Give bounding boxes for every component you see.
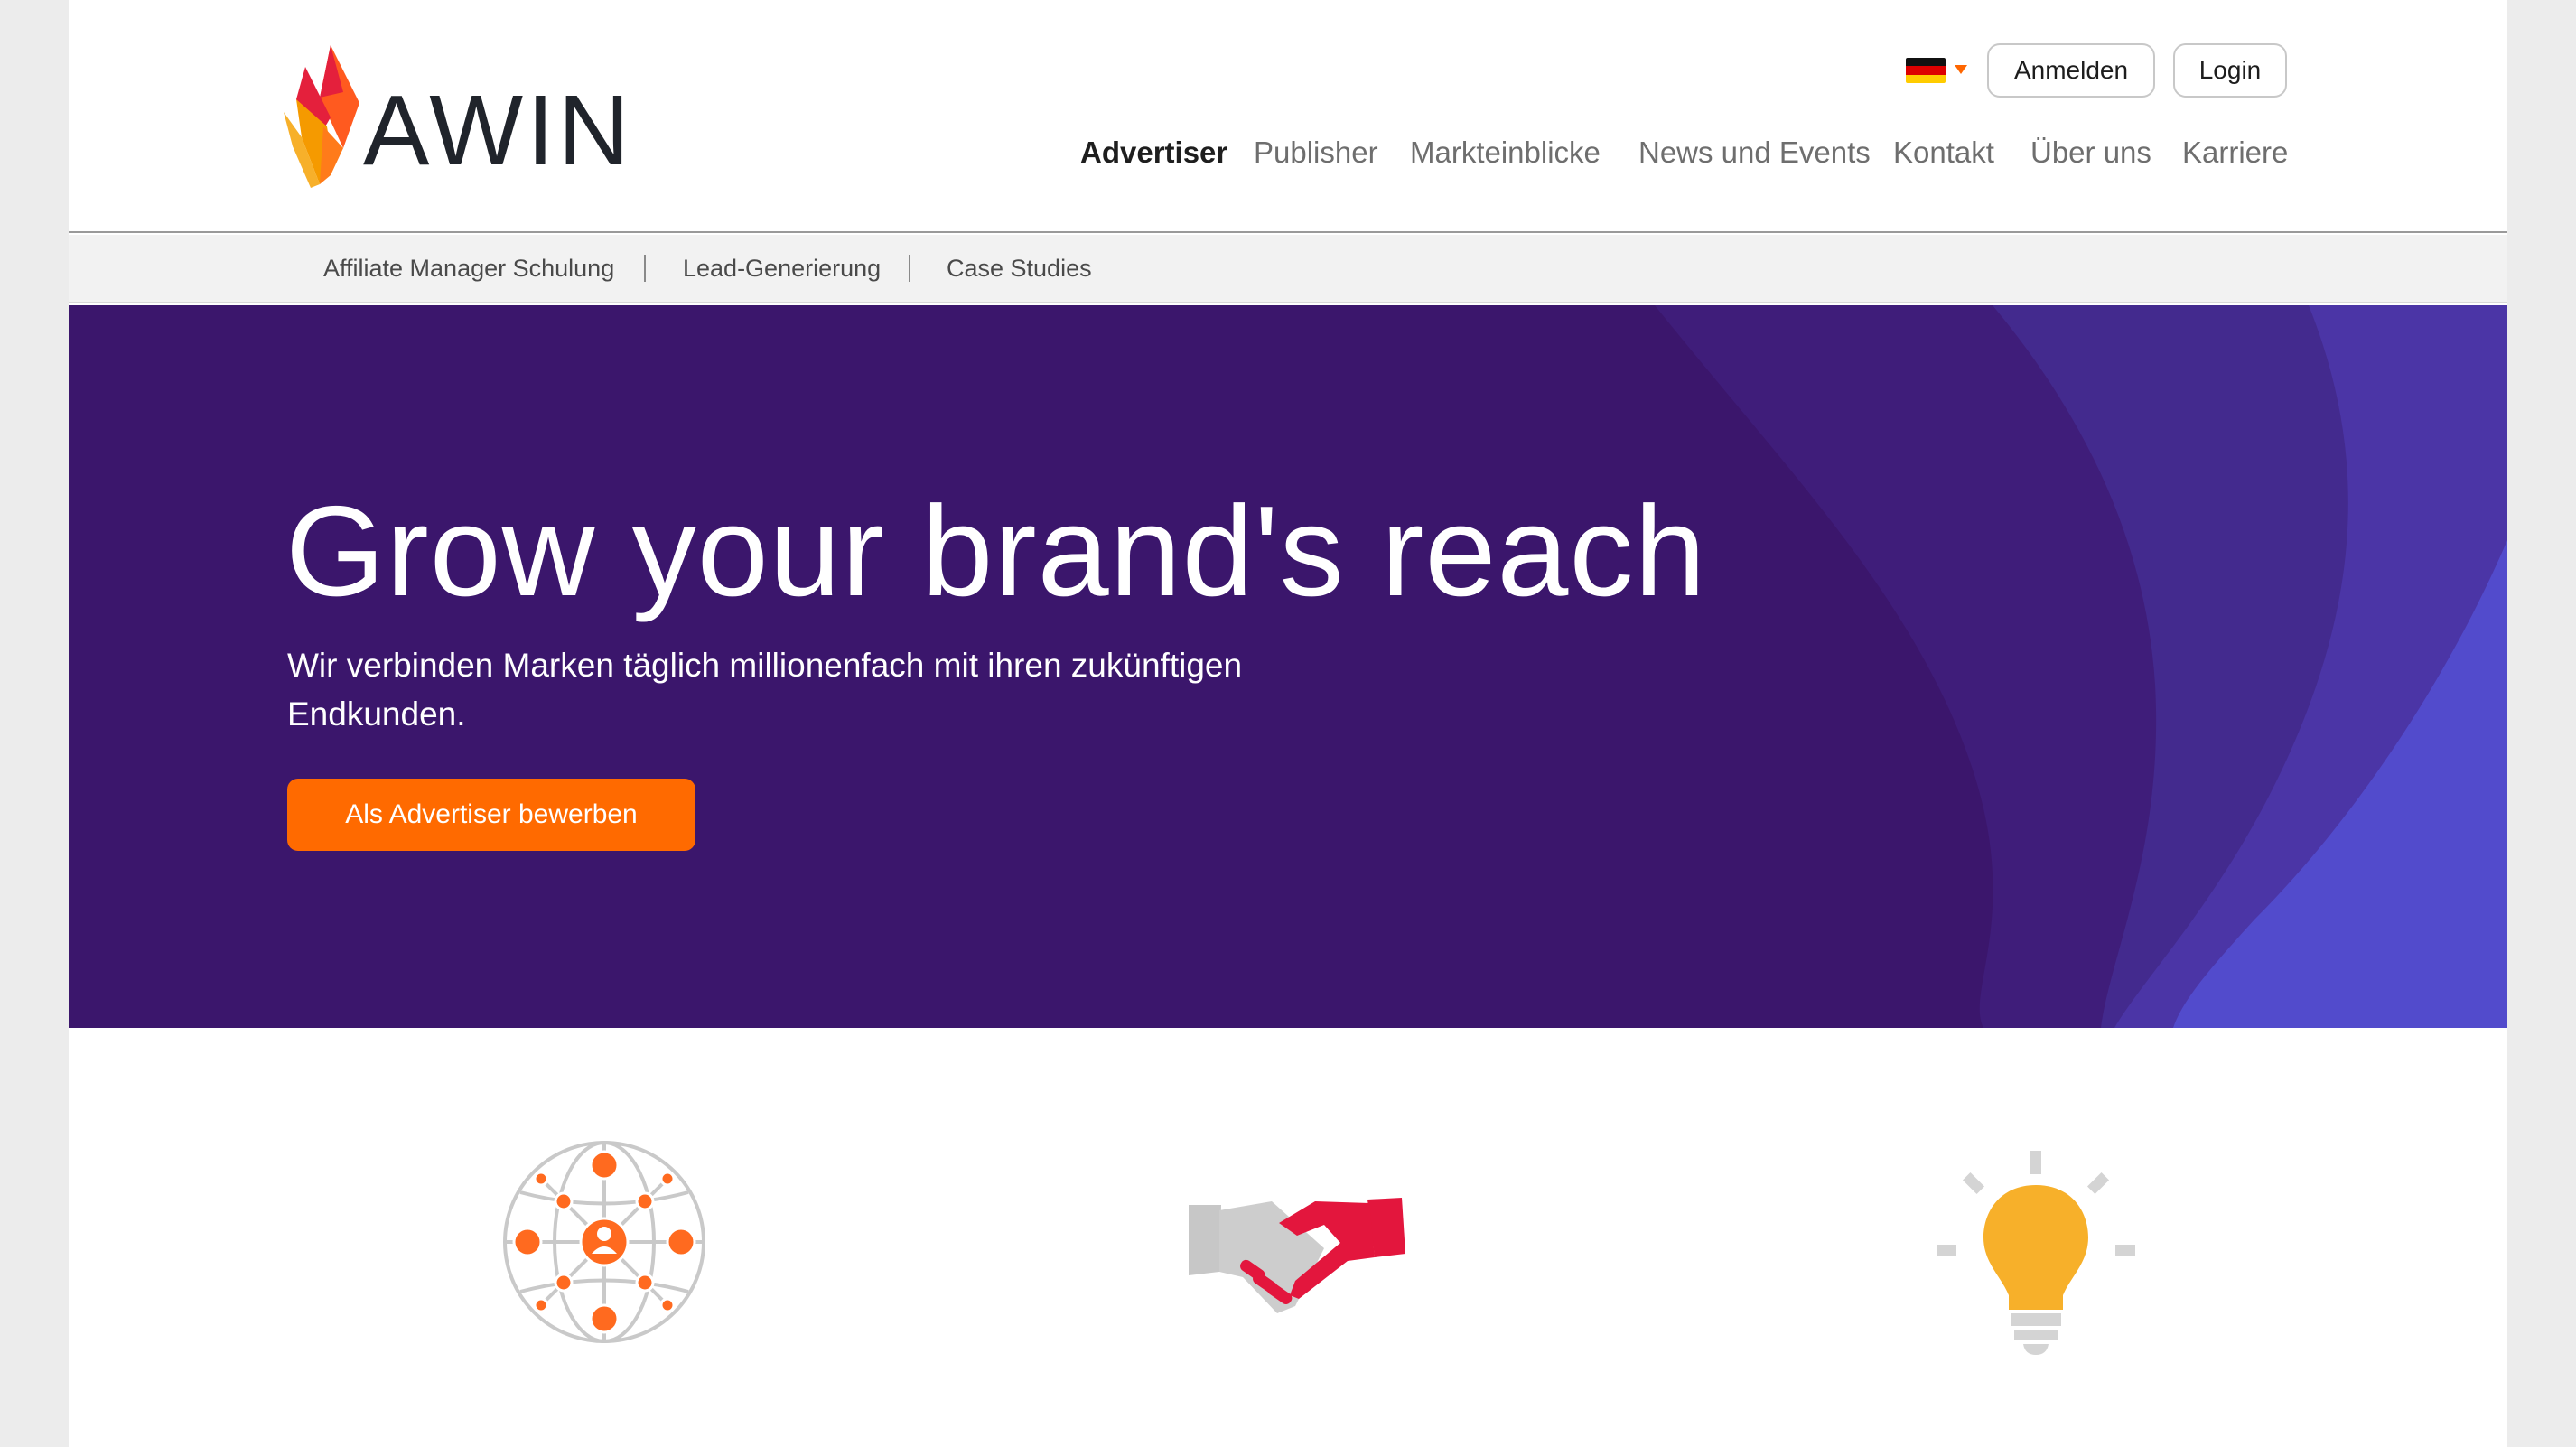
login-button[interactable]: Login [2173, 43, 2287, 98]
nav-advertiser[interactable]: Advertiser [1080, 135, 1227, 170]
divider [909, 255, 910, 282]
chevron-down-icon [1955, 65, 1967, 74]
nav-publisher[interactable]: Publisher [1254, 135, 1378, 170]
page: AWIN Anmelden Login Advertiser Publisher… [69, 0, 2507, 1447]
nav-kontakt[interactable]: Kontakt [1893, 135, 1994, 170]
nav-markteinblicke[interactable]: Markteinblicke [1410, 135, 1601, 170]
anmelden-button[interactable]: Anmelden [1987, 43, 2155, 98]
lightbulb-icon [1937, 1151, 2135, 1363]
nav-news-und-events[interactable]: News und Events [1638, 135, 1871, 170]
subnav-lead-generierung[interactable]: Lead-Generierung [683, 255, 881, 283]
handshake-icon [1189, 1189, 1405, 1320]
language-selector[interactable] [1906, 54, 1969, 87]
hero-title: Grow your brand's reach [285, 480, 1707, 623]
main-nav: Advertiser Publisher Markteinblicke News… [69, 135, 2288, 181]
global-network-icon [500, 1138, 708, 1350]
subnav-case-studies[interactable]: Case Studies [947, 255, 1092, 283]
hero-subtitle: Wir verbinden Marken täglich millionenfa… [287, 647, 1243, 733]
subnav-affiliate-manager-schulung[interactable]: Affiliate Manager Schulung [323, 255, 614, 283]
nav-ueber-uns[interactable]: Über uns [2030, 135, 2151, 170]
site-header: AWIN Anmelden Login Advertiser Publisher… [69, 0, 2507, 233]
german-flag-icon [1906, 58, 1946, 83]
hero-banner: Grow your brand's reach Wir verbinden Ma… [69, 305, 2507, 1028]
apply-as-advertiser-button[interactable]: Als Advertiser bewerben [287, 779, 695, 851]
nav-karriere[interactable]: Karriere [2182, 135, 2288, 170]
divider [644, 255, 646, 282]
sub-nav: Affiliate Manager Schulung Lead-Generier… [69, 235, 2507, 303]
